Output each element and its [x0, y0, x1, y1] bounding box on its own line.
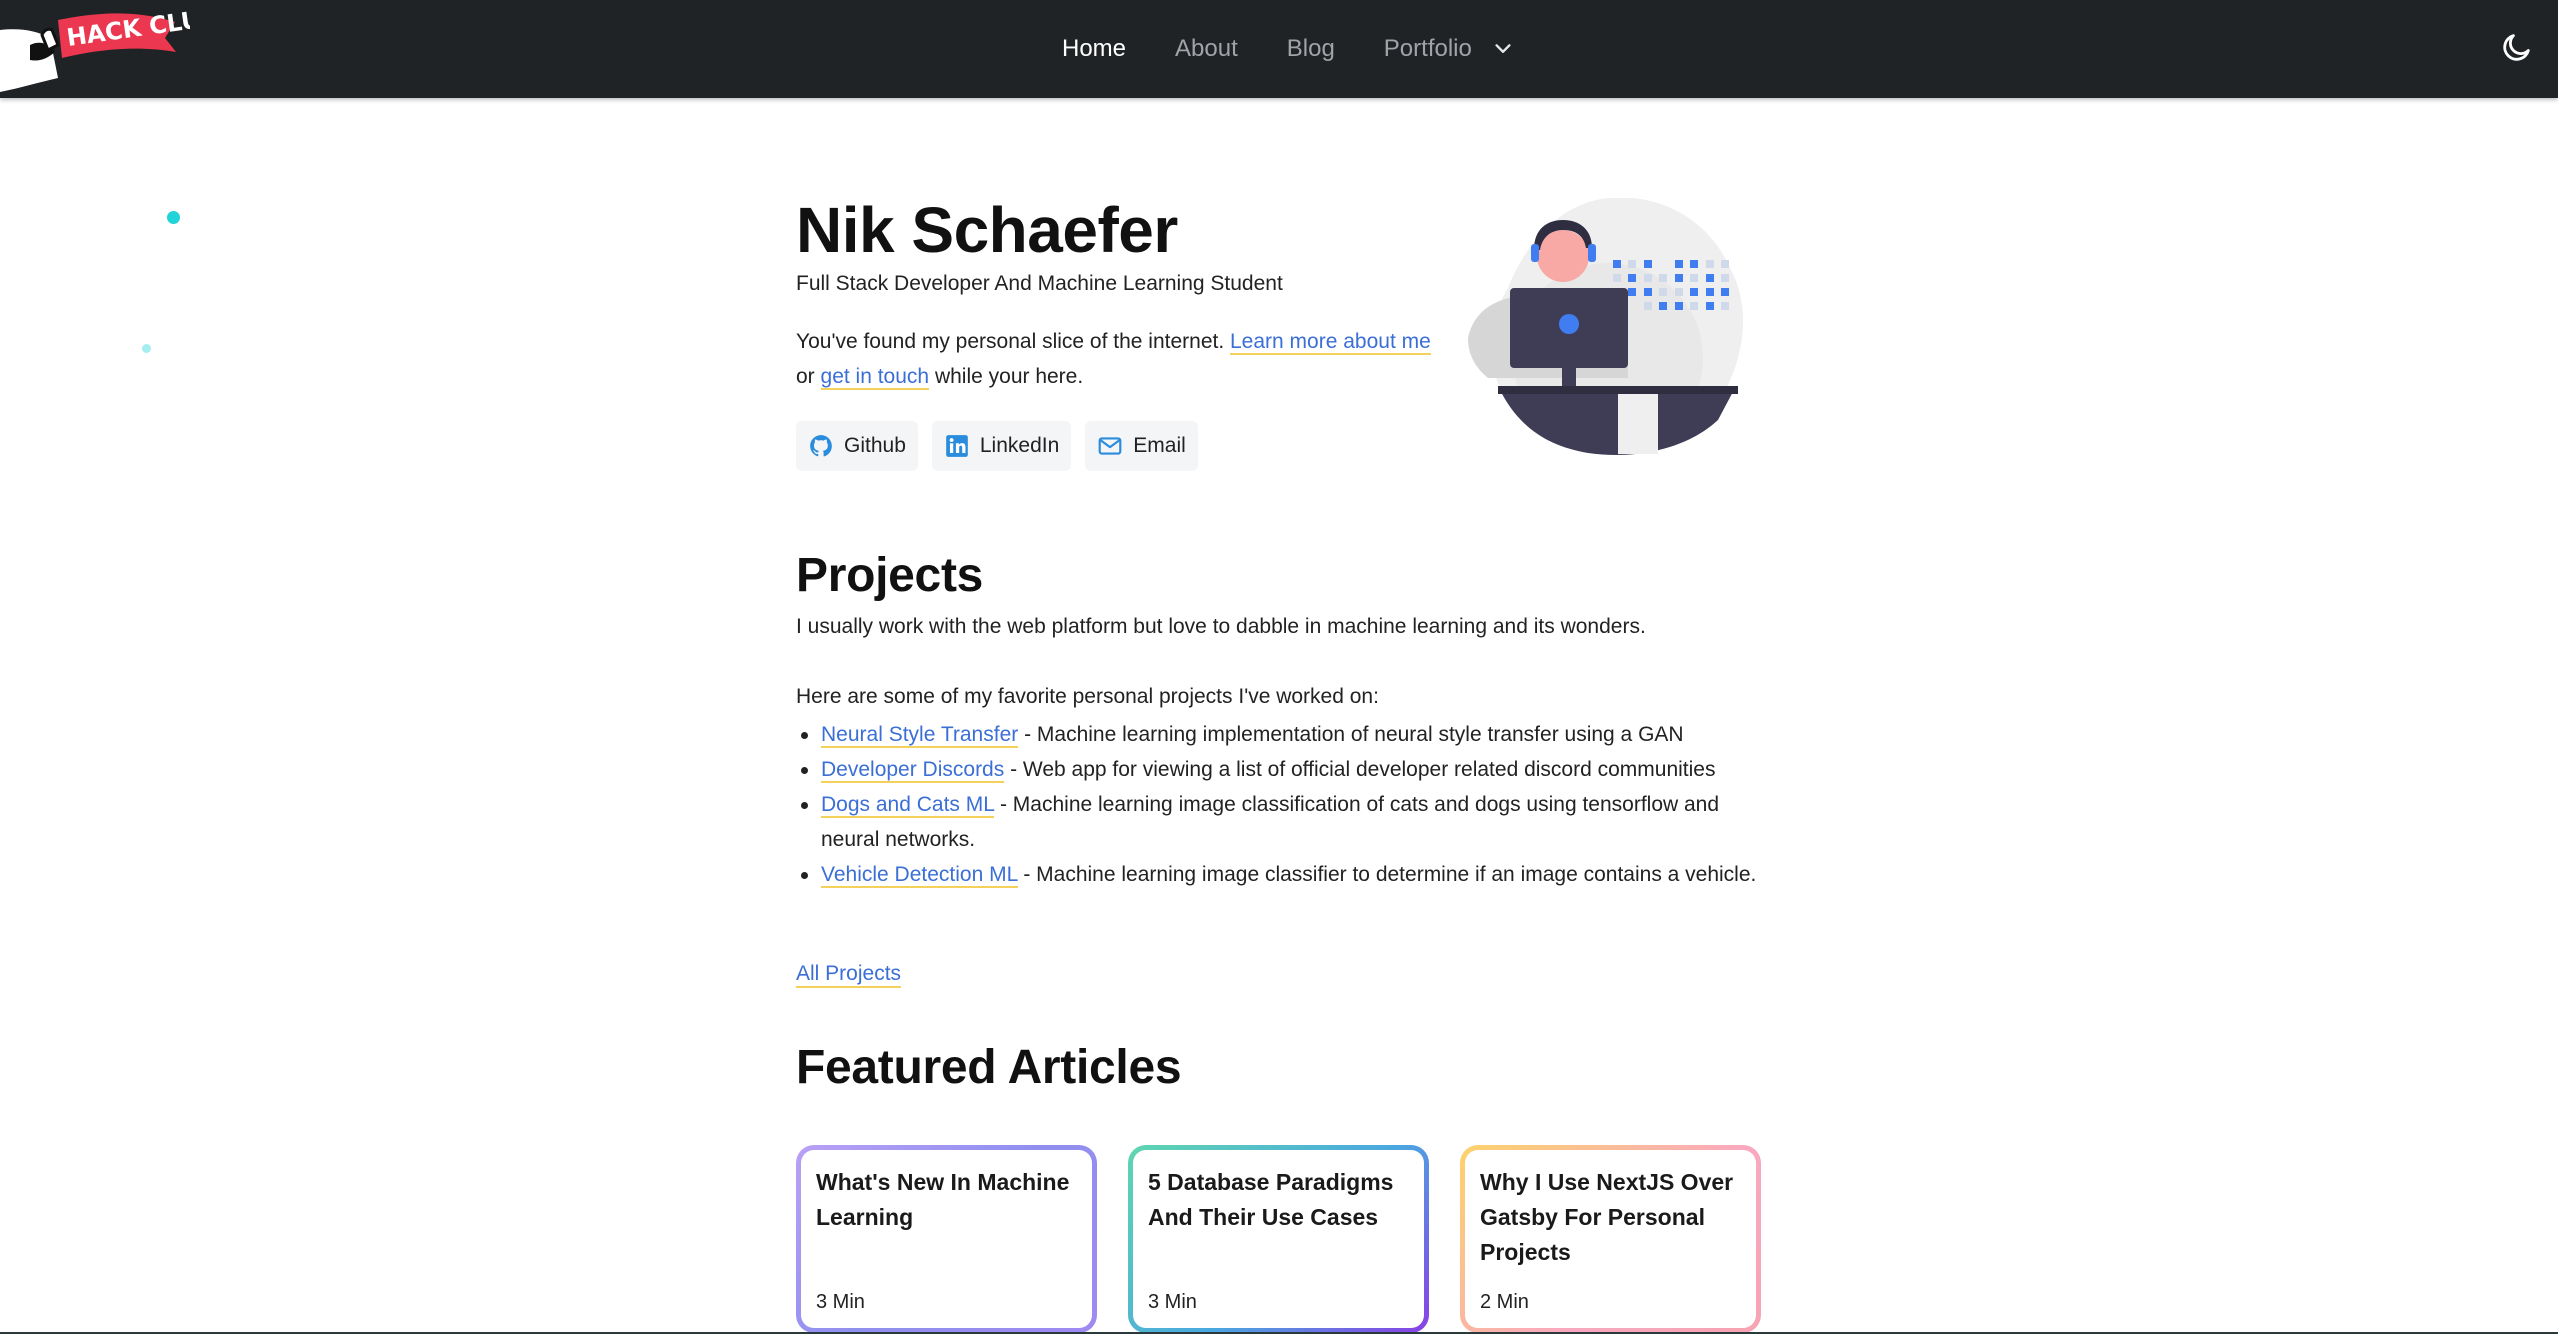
article-title: What's New In Machine Learning [816, 1169, 1070, 1230]
projects-intro: I usually work with the web platform but… [796, 615, 1646, 638]
list-item: Vehicle Detection ML - Machine learning … [796, 857, 1761, 892]
intro-text: or [796, 365, 821, 388]
article-title: 5 Database Paradigms And Their Use Cases [1148, 1169, 1394, 1230]
get-in-touch-link[interactable]: get in touch [820, 365, 930, 390]
project-link-neural-style[interactable]: Neural Style Transfer [821, 723, 1019, 748]
project-description: - Machine learning image classifier to d… [1017, 863, 1757, 886]
project-link-developer-discords[interactable]: Developer Discords [821, 758, 1005, 783]
intro-text: You've found my personal slice of the in… [796, 330, 1230, 353]
article-title: Why I Use NextJS Over Gatsby For Persona… [1480, 1169, 1734, 1265]
projects-heading: Projects [796, 549, 984, 602]
hack-club-flag-logo[interactable]: HACK CLUB [0, 0, 190, 95]
moon-icon[interactable] [2500, 30, 2534, 64]
email-label: Email [1133, 434, 1186, 457]
article-read-time: 2 Min [1480, 1291, 1529, 1313]
decorative-dot [142, 344, 151, 353]
developer-illustration [1468, 198, 1743, 455]
social-links: Github LinkedIn Email [796, 421, 1212, 471]
list-item: Developer Discords - Web app for viewing… [796, 752, 1761, 787]
article-card[interactable]: 5 Database Paradigms And Their Use Cases… [1128, 1145, 1429, 1333]
nav-portfolio[interactable]: Portfolio [1384, 35, 1472, 63]
projects-list: Neural Style Transfer - Machine learning… [796, 717, 1761, 892]
project-link-dogs-cats[interactable]: Dogs and Cats ML [821, 793, 995, 818]
nav-blog[interactable]: Blog [1287, 35, 1335, 63]
mail-icon [1098, 437, 1122, 455]
navbar: HACK CLUB Home About Blog Portfolio [0, 0, 2558, 98]
project-description: - Web app for viewing a list of official… [1004, 758, 1716, 781]
intro-text: while your here. [929, 365, 1084, 388]
email-button[interactable]: Email [1085, 421, 1198, 471]
list-item: Neural Style Transfer - Machine learning… [796, 717, 1761, 752]
article-cards: What's New In Machine Learning 3 Min 5 D… [796, 1145, 1792, 1333]
article-card-body: 5 Database Paradigms And Their Use Cases… [1133, 1150, 1424, 1328]
project-description: - Machine learning implementation of neu… [1018, 723, 1684, 746]
featured-heading: Featured Articles [796, 1041, 1182, 1094]
nav-about[interactable]: About [1175, 35, 1238, 63]
github-button[interactable]: Github [796, 421, 918, 471]
list-item: Dogs and Cats ML - Machine learning imag… [796, 787, 1761, 857]
linkedin-label: LinkedIn [979, 434, 1060, 457]
github-icon [810, 435, 832, 457]
decorative-dot [167, 211, 180, 224]
all-projects-link[interactable]: All Projects [796, 962, 902, 988]
hero-intro: You've found my personal slice of the in… [796, 324, 1436, 394]
article-read-time: 3 Min [816, 1291, 865, 1313]
chevron-down-icon[interactable] [1492, 38, 1514, 60]
article-card-body: What's New In Machine Learning 3 Min [801, 1150, 1092, 1328]
hero-subtitle: Full Stack Developer And Machine Learnin… [796, 272, 1283, 295]
article-read-time: 3 Min [1148, 1291, 1197, 1313]
projects-lead: Here are some of my favorite personal pr… [796, 685, 1379, 708]
nav-home[interactable]: Home [1062, 35, 1126, 63]
article-card[interactable]: Why I Use NextJS Over Gatsby For Persona… [1460, 1145, 1761, 1333]
page-title: Nik Schaefer [796, 194, 1178, 266]
linkedin-button[interactable]: LinkedIn [931, 421, 1072, 471]
article-card[interactable]: What's New In Machine Learning 3 Min [796, 1145, 1097, 1333]
github-label: Github [844, 434, 906, 457]
project-link-vehicle-detection[interactable]: Vehicle Detection ML [821, 863, 1018, 888]
article-card-body: Why I Use NextJS Over Gatsby For Persona… [1465, 1150, 1756, 1328]
linkedin-icon [946, 435, 968, 457]
nav-links: Home About Blog Portfolio [1062, 26, 1514, 72]
learn-more-link[interactable]: Learn more about me [1230, 330, 1431, 355]
